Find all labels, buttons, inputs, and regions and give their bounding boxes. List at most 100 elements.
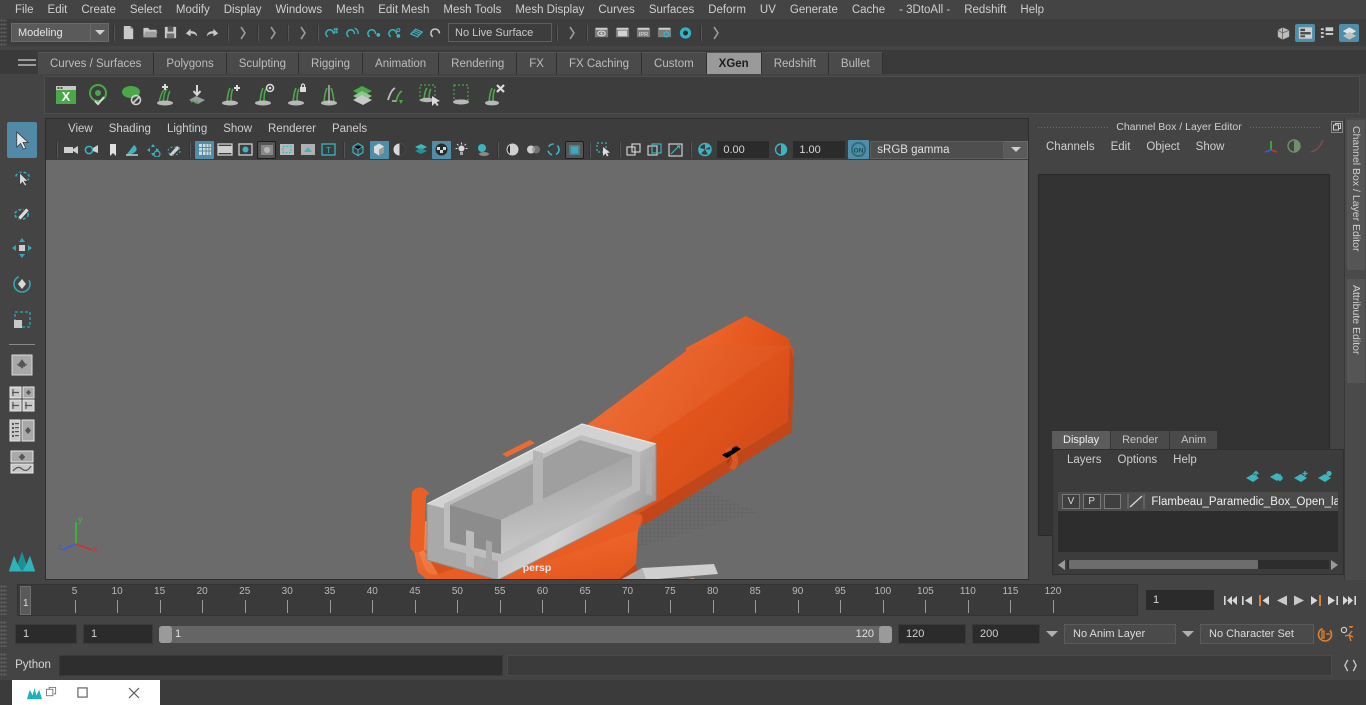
vertical-tab-attribute-editor[interactable]: Attribute Editor [1347,279,1365,383]
layer-name[interactable]: Flambeau_Paramedic_Box_Open_laye [1151,496,1338,508]
color-management-dropdown-arrow[interactable] [1004,140,1028,159]
time-slider[interactable]: 1 5 10 15 20 25 30 35 40 45 50 55 60 65 70 75 80 85 90 95 1… [17,584,1138,616]
gamma-icon[interactable] [772,141,791,159]
menu-select[interactable]: Select [123,3,169,17]
xgen-preview-icon[interactable] [82,78,115,111]
layer-visibility-toggle[interactable]: V [1062,494,1080,509]
live-surface-field[interactable]: No Live Surface [448,23,552,42]
maximize-window-icon[interactable] [57,680,109,705]
viewport-menu-show[interactable]: Show [215,122,260,136]
select-by-object-icon[interactable] [263,23,282,42]
menu-windows[interactable]: Windows [268,3,329,17]
scroll-right-arrow[interactable] [1331,559,1338,570]
gate-mask-icon[interactable] [257,140,277,159]
select-by-component-icon[interactable] [293,23,312,42]
play-backwards-icon[interactable] [1273,590,1290,610]
range-left-grip[interactable] [159,625,172,643]
viewport-menu-lighting[interactable]: Lighting [159,122,215,136]
persp-graph-editor-layout[interactable] [7,447,37,477]
menu-deform[interactable]: Deform [701,3,753,17]
shelf-tab-fx-caching[interactable]: FX Caching [556,52,643,74]
exposure-field[interactable]: 0.00 [717,141,769,158]
snap-to-projected-center-icon[interactable] [386,23,405,42]
menu-create[interactable]: Create [74,3,123,17]
select-tool[interactable] [7,122,37,158]
character-set-dropdown-arrow[interactable] [1182,631,1194,637]
channel-box-menu-channels[interactable]: Channels [1038,140,1103,154]
menu-mesh[interactable]: Mesh [329,3,371,17]
smooth-shade-all-icon[interactable] [369,140,389,159]
animation-end-time-field[interactable]: 200 [972,624,1040,644]
shelf-collapse-handle[interactable] [18,56,36,66]
undo-icon[interactable] [182,23,201,42]
render-current-frame-icon[interactable] [592,23,611,42]
command-line-gripper[interactable] [0,653,7,677]
shelf-tab-animation[interactable]: Animation [363,52,440,74]
create-layer-from-selection-icon[interactable] [1317,470,1333,489]
open-scene-icon[interactable] [140,23,159,42]
current-frame-field[interactable]: 1 [1146,590,1214,610]
script-editor-icon[interactable] [1340,655,1360,675]
axis-tripod-icon[interactable] [1262,138,1280,159]
new-scene-icon[interactable] [119,23,138,42]
anim-layer-combo[interactable]: No Anim Layer [1064,624,1176,644]
shelf-tab-rigging[interactable]: Rigging [299,52,364,74]
menu-uv[interactable]: UV [753,3,783,17]
shelf-tab-curves-surfaces[interactable]: Curves / Surfaces [38,52,155,74]
scroll-thumb[interactable] [1069,560,1258,569]
close-window-icon[interactable] [109,680,161,705]
xgen-delete-guide-icon[interactable] [478,78,511,111]
xgen-sculpt-guide-icon[interactable] [379,78,412,111]
xgen-disable-preview-icon[interactable] [115,78,148,111]
render-sequence-icon[interactable] [613,23,632,42]
multisample-icon[interactable] [544,141,563,159]
xgen-add-guide-icon[interactable] [214,78,247,111]
scroll-left-arrow[interactable] [1058,559,1065,570]
xgen-editor-icon[interactable]: X [49,78,82,111]
menuset-dropdown-arrow[interactable] [91,23,109,42]
channel-box-menu-object[interactable]: Object [1138,140,1187,154]
select-by-render-arrow-icon[interactable] [706,23,725,42]
move-layer-up-icon[interactable] [1245,470,1261,489]
xgen-select-guide-icon[interactable] [247,78,280,111]
move-tool[interactable] [7,230,37,266]
shelf-tab-fx[interactable]: FX [517,52,557,74]
render-settings-icon[interactable] [655,23,674,42]
menu-mesh-tools[interactable]: Mesh Tools [436,3,508,17]
xgen-density-map-icon[interactable] [346,78,379,111]
shelf-tab-redshift[interactable]: Redshift [761,52,829,74]
color-management-toggle-icon[interactable]: ON [847,140,870,159]
menu-file[interactable]: File [8,3,41,17]
play-forwards-icon[interactable] [1290,590,1307,610]
menu-mesh-display[interactable]: Mesh Display [508,3,591,17]
command-input[interactable] [59,654,503,676]
viewport-menu-view[interactable]: View [60,122,101,136]
xray-active-components-icon[interactable] [645,141,664,159]
exposure-icon[interactable] [696,141,715,159]
viewport-menu-renderer[interactable]: Renderer [260,122,324,136]
xgen-select-region-icon[interactable] [412,78,445,111]
lasso-select-tool[interactable] [7,158,37,194]
xray-display-icon[interactable] [666,141,685,159]
status-line-gripper[interactable] [0,19,7,46]
use-all-lights-icon[interactable] [453,141,472,159]
playback-start-time-field[interactable]: 1 [83,624,153,644]
xgen-region-box-icon[interactable] [445,78,478,111]
ipr-render-icon[interactable]: IPR [634,23,653,42]
shelf-tab-polygons[interactable]: Polygons [154,52,227,74]
vertical-tab-channel-box[interactable]: Channel Box / Layer Editor [1347,120,1365,270]
menu-edit[interactable]: Edit [41,3,75,17]
snap-to-grid-icon[interactable] [323,23,342,42]
snap-to-curve-icon[interactable] [344,23,363,42]
menuset-selector[interactable]: Modeling [11,23,91,42]
grid-icon[interactable] [195,140,214,159]
layer-editor-tab-render[interactable]: Render [1111,431,1171,449]
half-circle-icon[interactable] [1286,138,1302,159]
xgen-lock-guide-icon[interactable] [280,78,313,111]
rotate-tool[interactable] [7,266,37,302]
menu-cache[interactable]: Cache [845,3,892,17]
step-back-keyframe-icon[interactable] [1239,590,1256,610]
color-management-combo[interactable]: sRGB gamma [870,140,1005,159]
viewport-3d[interactable]: y x z persp [46,160,1028,579]
menu-modify[interactable]: Modify [169,3,217,17]
